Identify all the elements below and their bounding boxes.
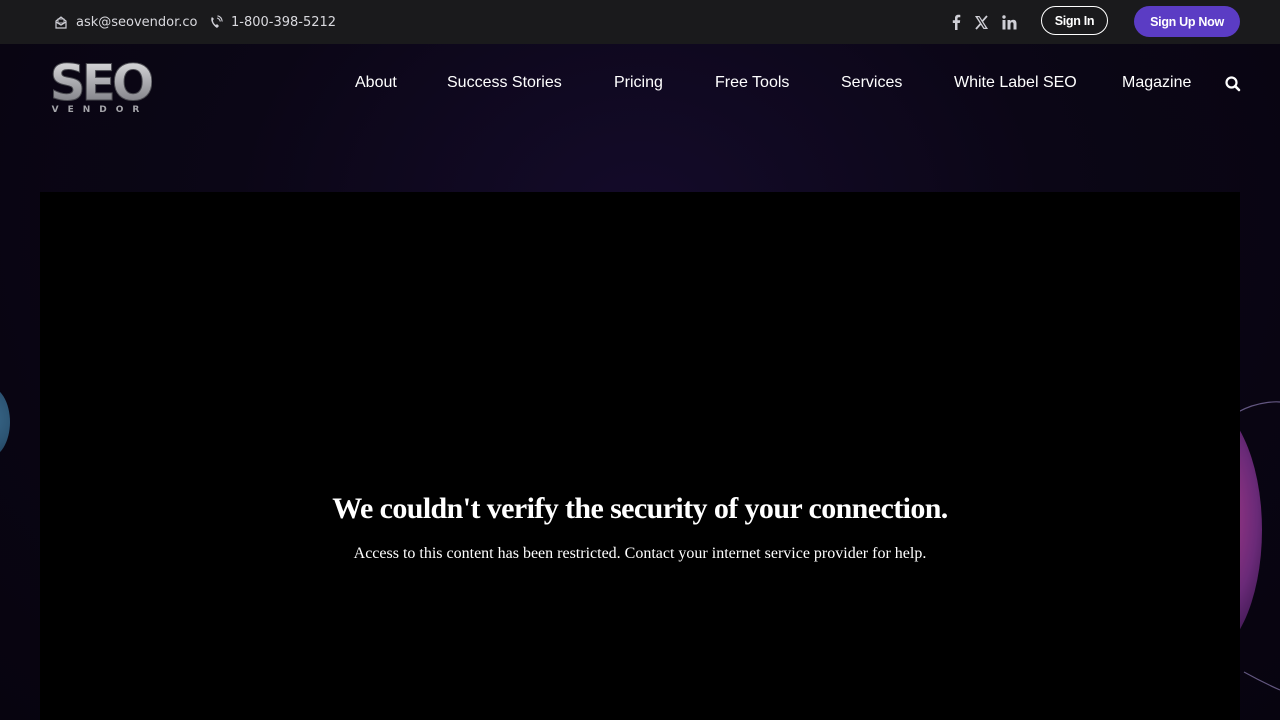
x-link[interactable] [974,0,989,44]
email-text: ask@seovendor.co [76,14,198,30]
nav-item-pricing[interactable]: Pricing [614,74,663,92]
linkedin-link[interactable] [1002,0,1017,44]
error-title: We couldn't verify the security of your … [332,492,948,525]
facebook-icon [952,14,961,30]
svg-text:VENDOR: VENDOR [52,105,149,115]
nav-item-about[interactable]: About [355,74,397,92]
decorative-orb-left [0,386,10,458]
top-bar: ask@seovendor.co 1-800-398-5212 Sign In … [0,0,1280,44]
nav-item-services[interactable]: Services [841,74,902,92]
envelope-icon [54,15,68,30]
search-button[interactable] [1224,75,1242,93]
phone-link[interactable]: 1-800-398-5212 [209,0,336,44]
logo[interactable]: SEO VENDOR [48,54,156,116]
phone-icon [209,14,223,30]
email-link[interactable]: ask@seovendor.co [54,0,198,44]
error-message: Access to this content has been restrict… [353,545,927,562]
search-icon [1225,76,1241,92]
nav-item-magazine[interactable]: Magazine [1122,74,1191,92]
sign-up-button[interactable]: Sign Up Now [1134,6,1240,37]
phone-text: 1-800-398-5212 [231,14,337,30]
content-panel [40,192,1240,720]
svg-text:SEO: SEO [50,54,152,112]
nav-item-success-stories[interactable]: Success Stories [447,74,562,92]
linkedin-icon [1002,14,1017,29]
facebook-link[interactable] [950,0,962,44]
seo-vendor-logo: SEO VENDOR [49,54,156,116]
page: ask@seovendor.co 1-800-398-5212 Sign In … [0,0,1280,720]
nav-item-free-tools[interactable]: Free Tools [715,74,789,92]
sign-in-button[interactable]: Sign In [1041,6,1108,35]
nav-item-white-label-seo[interactable]: White Label SEO [954,74,1077,92]
x-icon [975,14,988,30]
